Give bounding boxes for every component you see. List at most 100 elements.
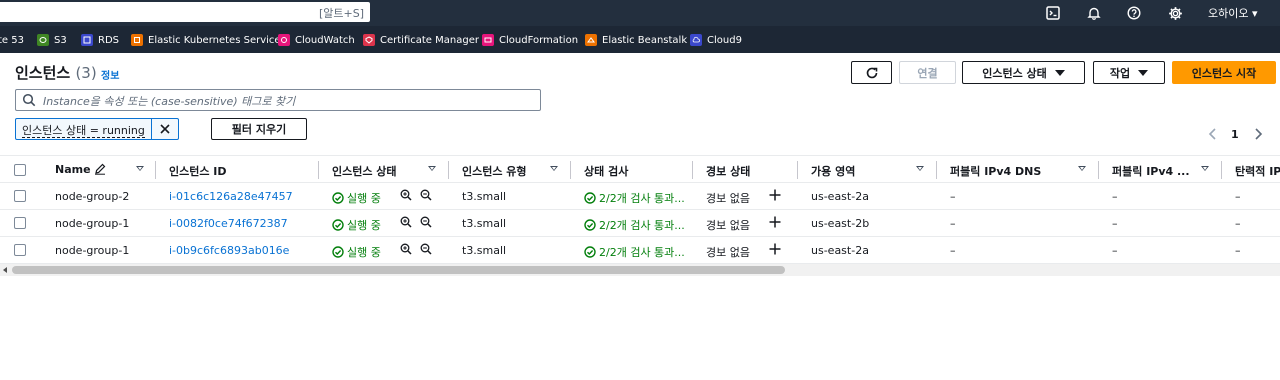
fav-rds[interactable]: RDS [81, 33, 119, 47]
column-alarm-status[interactable]: 경보 상태 [706, 163, 750, 179]
sort-icon[interactable] [136, 166, 144, 171]
check-circle-icon [332, 192, 344, 204]
global-search-input[interactable]: [알트+S] [0, 2, 370, 22]
search-shortcut-hint: [알트+S] [318, 7, 364, 20]
zoom-in-icon[interactable] [400, 216, 412, 231]
table-row[interactable]: node-group-2 i-01c6c126a28e47457 실행 중 t3.sm… [0, 183, 1280, 210]
elastic-ip: – [1235, 190, 1241, 203]
caret-down-icon [1054, 69, 1065, 76]
previous-page-icon[interactable] [1208, 128, 1218, 143]
page-number[interactable]: 1 [1231, 128, 1239, 141]
gear-icon[interactable] [1166, 4, 1184, 22]
region-menu[interactable]: 오하이오 ▾ [1208, 5, 1258, 21]
horizontal-scrollbar[interactable] [0, 264, 1280, 276]
filter-token[interactable]: 인스턴스 상태 = running [15, 118, 179, 140]
instance-id-link[interactable]: i-01c6c126a28e47457 [169, 190, 293, 203]
caret-down-icon [1138, 69, 1149, 76]
instance-state-status: 실행 중 [332, 244, 381, 260]
fav-cloudformation[interactable]: CloudFormation [482, 33, 578, 47]
column-status-check[interactable]: 상태 검사 [584, 163, 628, 179]
column-elastic-ip[interactable]: 탄력적 IP [1235, 163, 1280, 179]
remove-filter-button[interactable] [152, 119, 178, 139]
help-icon[interactable] [1125, 4, 1143, 22]
top-navigation: [알트+S] 오하이오 ▾ [0, 0, 1280, 26]
select-all-checkbox[interactable] [14, 164, 26, 176]
fav-cloud9[interactable]: Cloud9 [690, 33, 742, 47]
zoom-in-icon[interactable] [400, 243, 412, 258]
check-circle-icon [584, 219, 596, 231]
sort-icon[interactable] [916, 166, 924, 171]
fav-route53[interactable]: te 53 [0, 33, 24, 47]
row-checkbox[interactable] [14, 244, 26, 256]
column-instance-type[interactable]: 인스턴스 유형 [462, 163, 527, 179]
table-row[interactable]: node-group-1 i-0b9c6fc6893ab016e 실행 중 t3.sm… [0, 237, 1280, 264]
scroll-left-icon[interactable] [3, 267, 7, 273]
actions-button[interactable]: 작업 [1093, 61, 1165, 84]
sort-icon[interactable] [1078, 166, 1086, 171]
add-alarm-icon[interactable] [768, 215, 782, 232]
scrollbar-thumb[interactable] [12, 266, 785, 274]
bell-icon[interactable] [1085, 4, 1103, 22]
check-circle-icon [332, 219, 344, 231]
public-dns: – [950, 190, 956, 203]
row-checkbox[interactable] [14, 190, 26, 202]
check-circle-icon [332, 246, 344, 258]
column-public-ipv4[interactable]: 퍼블릭 IPv4 ... [1112, 163, 1190, 179]
sort-icon[interactable] [1201, 166, 1209, 171]
public-ipv4: – [1112, 217, 1118, 230]
rds-icon [81, 34, 93, 46]
page-title: 인스턴스 (3) [15, 64, 97, 82]
sort-icon[interactable] [428, 166, 436, 171]
fav-certificate-manager[interactable]: Certificate Manager [363, 33, 479, 47]
next-page-icon[interactable] [1253, 128, 1263, 143]
public-dns: – [950, 217, 956, 230]
zoom-out-icon[interactable] [420, 216, 432, 231]
zoom-out-icon[interactable] [420, 189, 432, 204]
column-instance-id[interactable]: 인스턴스 ID [169, 163, 227, 179]
connect-button[interactable]: 연결 [899, 61, 956, 84]
public-ipv4: – [1112, 190, 1118, 203]
instance-id-link[interactable]: i-0082f0ce74f672387 [169, 217, 288, 230]
column-availability-zone[interactable]: 가용 영역 [811, 163, 855, 179]
fav-elastic-beanstalk[interactable]: Elastic Beanstalk [585, 33, 687, 47]
check-circle-icon [584, 246, 596, 258]
zoom-in-icon[interactable] [400, 189, 412, 204]
table-header: Name 인스턴스 ID 인스턴스 상태 인스턴스 유형 상태 검사 경보 상태… [0, 155, 1280, 183]
status-check[interactable]: 2/2개 검사 통과... [584, 190, 685, 206]
clear-filters-button[interactable]: 필터 지우기 [211, 118, 307, 140]
table-row[interactable]: node-group-1 i-0082f0ce74f672387 실행 중 t3.sm… [0, 210, 1280, 237]
add-alarm-icon[interactable] [768, 188, 782, 205]
instance-id-link[interactable]: i-0b9c6fc6893ab016e [169, 244, 289, 257]
column-public-dns[interactable]: 퍼블릭 IPv4 DNS [950, 163, 1041, 179]
sort-icon[interactable] [550, 166, 558, 171]
add-alarm-icon[interactable] [768, 242, 782, 259]
certificate-icon [363, 34, 375, 46]
column-name[interactable]: Name [55, 163, 106, 176]
terminal-icon[interactable] [1044, 4, 1062, 22]
instance-state-status: 실행 중 [332, 190, 381, 206]
row-checkbox[interactable] [14, 217, 26, 229]
status-check[interactable]: 2/2개 검사 통과... [584, 244, 685, 260]
info-link[interactable]: 정보 [101, 67, 119, 82]
status-check[interactable]: 2/2개 검사 통과... [584, 217, 685, 233]
refresh-button[interactable] [851, 61, 892, 84]
s3-icon [37, 34, 49, 46]
filter-search-input[interactable]: Instance을 속성 또는 (case-sensitive) 태그로 찾기 [15, 89, 541, 111]
instance-state-status: 실행 중 [332, 217, 381, 233]
fav-cloudwatch[interactable]: CloudWatch [278, 33, 355, 47]
filter-token-label: 인스턴스 상태 = running [22, 124, 145, 138]
check-circle-icon [584, 192, 596, 204]
instance-name: node-group-1 [55, 244, 130, 257]
zoom-out-icon[interactable] [420, 243, 432, 258]
launch-instance-button[interactable]: 인스턴스 시작 [1172, 61, 1276, 84]
instance-state-button[interactable]: 인스턴스 상태 [962, 61, 1085, 84]
favorites-bar: te 53 S3 RDS Elastic Kubernetes Service … [0, 26, 1280, 53]
instance-name: node-group-1 [55, 217, 130, 230]
alarm-status: 경보 없음 [706, 246, 750, 259]
availability-zone: us-east-2a [811, 190, 869, 203]
pencil-icon [95, 163, 106, 175]
cloud9-icon [690, 34, 702, 46]
column-instance-state[interactable]: 인스턴스 상태 [332, 163, 397, 179]
fav-eks[interactable]: Elastic Kubernetes Service [131, 33, 281, 47]
fav-s3[interactable]: S3 [37, 33, 67, 47]
